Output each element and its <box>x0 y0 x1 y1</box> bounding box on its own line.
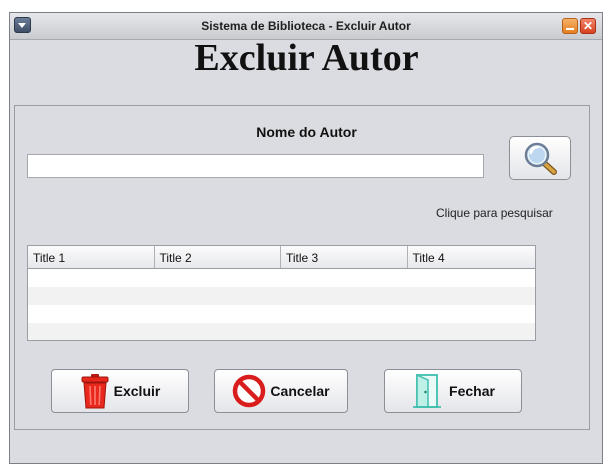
window-title: Sistema de Biblioteca - Excluir Autor <box>201 19 411 33</box>
cancel-button-label: Cancelar <box>270 383 330 399</box>
close-icon[interactable]: ✕ <box>580 18 596 34</box>
table-header: Title 1 Title 2 Title 3 Title 4 <box>28 246 535 269</box>
delete-button[interactable]: Excluir <box>51 369 189 413</box>
page-title: Excluir Autor <box>194 37 419 79</box>
author-name-input[interactable] <box>27 154 484 178</box>
search-hint: Clique para pesquisar <box>436 206 553 220</box>
table-row[interactable] <box>28 269 535 287</box>
search-button[interactable] <box>509 136 571 180</box>
door-icon <box>413 373 442 408</box>
authors-table[interactable]: Title 1 Title 2 Title 3 Title 4 <box>27 245 536 341</box>
close-button-label: Fechar <box>449 383 495 399</box>
table-row[interactable] <box>28 323 535 340</box>
cancel-button[interactable]: Cancelar <box>214 369 348 413</box>
column-header[interactable]: Title 3 <box>281 246 408 268</box>
table-row[interactable] <box>28 287 535 305</box>
column-header[interactable]: Title 1 <box>28 246 155 268</box>
column-header[interactable]: Title 2 <box>155 246 281 268</box>
magnifier-icon <box>524 142 557 175</box>
trash-can-icon <box>81 374 109 409</box>
close-button[interactable]: Fechar <box>384 369 522 413</box>
table-row[interactable] <box>28 305 535 323</box>
delete-button-label: Excluir <box>113 383 161 399</box>
column-header[interactable]: Title 4 <box>408 246 536 268</box>
minimize-icon[interactable] <box>562 18 578 34</box>
no-entry-icon <box>233 374 266 408</box>
